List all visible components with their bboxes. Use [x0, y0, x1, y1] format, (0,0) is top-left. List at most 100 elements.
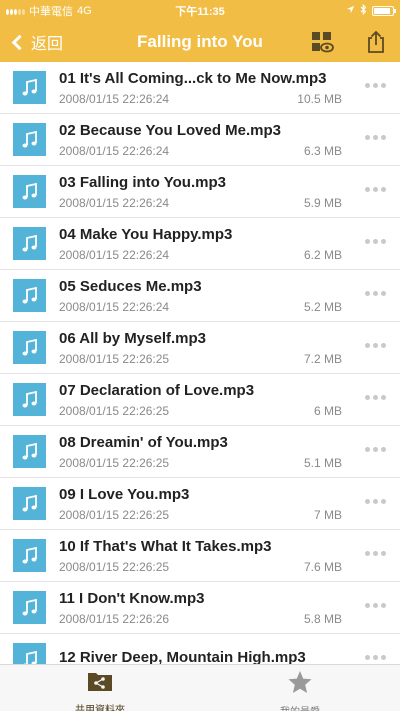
music-note-icon [13, 643, 46, 664]
file-info: 09 I Love You.mp3 2008/01/15 22:26:25 7 … [59, 486, 400, 522]
file-name: 01 It's All Coming...ck to Me Now.mp3 [59, 69, 327, 87]
music-note-icon [13, 175, 46, 208]
file-info: 06 All by Myself.mp3 2008/01/15 22:26:25… [59, 330, 400, 366]
share-icon[interactable] [364, 30, 388, 54]
file-meta: 2008/01/15 22:26:24 5.2 MB [59, 300, 342, 314]
file-size: 6 MB [313, 403, 342, 418]
file-row[interactable]: 01 It's All Coming...ck to Me Now.mp3 20… [0, 62, 400, 114]
file-meta: 2008/01/15 22:26:26 5.8 MB [59, 612, 342, 626]
file-info: 11 I Don't Know.mp3 2008/01/15 22:26:26 … [59, 590, 400, 626]
file-name: 07 Declaration of Love.mp3 [59, 381, 255, 399]
tab-label: 我的最愛 [280, 703, 320, 711]
file-name: 08 Dreamin' of You.mp3 [59, 433, 228, 451]
file-name: 10 If That's What It Takes.mp3 [59, 537, 272, 555]
status-bar: 中華電信 4G 下午11:35 [0, 0, 400, 22]
file-meta: 2008/01/15 22:26:24 5.9 MB [59, 196, 342, 210]
file-name: 09 I Love You.mp3 [59, 485, 190, 503]
status-left: 中華電信 4G [6, 3, 346, 19]
chevron-left-icon [11, 34, 28, 50]
more-options-icon[interactable] [365, 499, 386, 504]
location-icon [346, 5, 355, 17]
file-size: 7.2 MB [303, 351, 342, 366]
file-date: 2008/01/15 22:26:25 [59, 559, 170, 574]
more-options-icon[interactable] [365, 551, 386, 556]
status-right [346, 3, 396, 18]
file-name: 03 Falling into You.mp3 [59, 173, 226, 191]
file-date: 2008/01/15 22:26:24 [59, 195, 170, 210]
file-size: 5.1 MB [303, 455, 342, 470]
file-info: 04 Make You Happy.mp3 2008/01/15 22:26:2… [59, 226, 400, 262]
file-meta: 2008/01/15 22:26:24 10.5 MB [59, 92, 342, 106]
more-options-icon[interactable] [365, 447, 386, 452]
file-date: 2008/01/15 22:26:24 [59, 143, 170, 158]
more-options-icon[interactable] [365, 343, 386, 348]
file-name: 12 River Deep, Mountain High.mp3 [59, 648, 306, 665]
file-info: 01 It's All Coming...ck to Me Now.mp3 20… [59, 70, 400, 106]
more-options-icon[interactable] [365, 655, 386, 660]
file-meta: 2008/01/15 22:26:25 7.6 MB [59, 560, 342, 574]
file-size: 5.8 MB [303, 611, 342, 626]
battery-icon [372, 6, 396, 16]
more-options-icon[interactable] [365, 291, 386, 296]
file-date: 2008/01/15 22:26:24 [59, 247, 170, 262]
file-info: 10 If That's What It Takes.mp3 2008/01/1… [59, 538, 400, 574]
file-row[interactable]: 07 Declaration of Love.mp3 2008/01/15 22… [0, 374, 400, 426]
file-info: 05 Seduces Me.mp3 2008/01/15 22:26:24 5.… [59, 278, 400, 314]
shared-folder-icon [87, 670, 113, 697]
file-row[interactable]: 09 I Love You.mp3 2008/01/15 22:26:25 7 … [0, 478, 400, 530]
music-note-icon [13, 331, 46, 364]
view-mode-icon[interactable] [310, 30, 334, 54]
music-note-icon [13, 539, 46, 572]
tab-bar: 共用資料夾 我的最愛 [0, 664, 400, 711]
star-icon [287, 670, 313, 699]
more-options-icon[interactable] [365, 135, 386, 140]
file-meta: 2008/01/15 22:26:25 7 MB [59, 508, 342, 522]
file-meta: 2008/01/15 22:26:24 6.2 MB [59, 248, 342, 262]
file-date: 2008/01/15 22:26:24 [59, 91, 170, 106]
file-meta: 2008/01/15 22:26:25 6 MB [59, 404, 342, 418]
file-size: 5.9 MB [303, 195, 342, 210]
music-note-icon [13, 279, 46, 312]
nav-bar: 返回 Falling into You [0, 22, 400, 62]
more-options-icon[interactable] [365, 395, 386, 400]
back-label: 返回 [31, 36, 64, 53]
music-note-icon [13, 383, 46, 416]
more-options-icon[interactable] [365, 83, 386, 88]
file-info: 07 Declaration of Love.mp3 2008/01/15 22… [59, 382, 400, 418]
file-size: 6.3 MB [303, 143, 342, 158]
file-name: 11 I Don't Know.mp3 [59, 589, 205, 607]
file-date: 2008/01/15 22:26:25 [59, 403, 170, 418]
more-options-icon[interactable] [365, 239, 386, 244]
more-options-icon[interactable] [365, 603, 386, 608]
file-date: 2008/01/15 22:26:24 [59, 299, 170, 314]
music-note-icon [13, 591, 46, 624]
file-meta: 2008/01/15 22:26:25 5.1 MB [59, 456, 342, 470]
file-info: 12 River Deep, Mountain High.mp3 [59, 649, 400, 665]
music-note-icon [13, 227, 46, 260]
file-row[interactable]: 12 River Deep, Mountain High.mp3 [0, 634, 400, 664]
music-note-icon [13, 435, 46, 468]
tab-shared-folder[interactable]: 共用資料夾 [0, 665, 200, 711]
bluetooth-icon [360, 3, 367, 18]
file-row[interactable]: 08 Dreamin' of You.mp3 2008/01/15 22:26:… [0, 426, 400, 478]
nav-actions [310, 30, 388, 54]
file-row[interactable]: 06 All by Myself.mp3 2008/01/15 22:26:25… [0, 322, 400, 374]
file-row[interactable]: 05 Seduces Me.mp3 2008/01/15 22:26:24 5.… [0, 270, 400, 322]
music-note-icon [13, 123, 46, 156]
more-options-icon[interactable] [365, 187, 386, 192]
file-row[interactable]: 02 Because You Loved Me.mp3 2008/01/15 2… [0, 114, 400, 166]
file-row[interactable]: 11 I Don't Know.mp3 2008/01/15 22:26:26 … [0, 582, 400, 634]
tab-favorites[interactable]: 我的最愛 [200, 665, 400, 711]
file-row[interactable]: 03 Falling into You.mp3 2008/01/15 22:26… [0, 166, 400, 218]
file-date: 2008/01/15 22:26:25 [59, 351, 170, 366]
tab-label: 共用資料夾 [75, 705, 125, 711]
file-name: 06 All by Myself.mp3 [59, 329, 206, 347]
file-size: 10.5 MB [297, 91, 342, 106]
file-row[interactable]: 10 If That's What It Takes.mp3 2008/01/1… [0, 530, 400, 582]
back-button[interactable]: 返回 [0, 30, 63, 54]
file-name: 02 Because You Loved Me.mp3 [59, 121, 282, 139]
carrier-label: 中華電信 [29, 6, 73, 18]
file-date: 2008/01/15 22:26:25 [59, 455, 170, 470]
file-row[interactable]: 04 Make You Happy.mp3 2008/01/15 22:26:2… [0, 218, 400, 270]
music-note-icon [13, 71, 46, 104]
